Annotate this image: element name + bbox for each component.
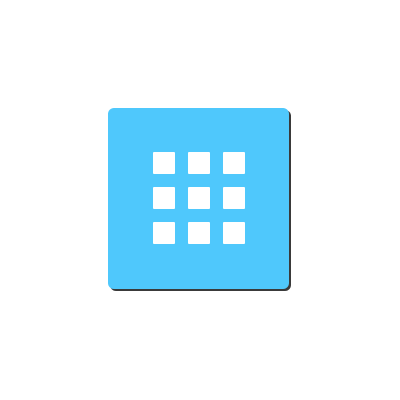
grid-square <box>153 222 175 244</box>
canvas <box>0 0 400 400</box>
grid-square <box>188 187 210 209</box>
grid-square <box>188 152 210 174</box>
grid-square <box>188 222 210 244</box>
apps-grid-icon <box>153 152 245 244</box>
grid-square <box>153 187 175 209</box>
grid-square <box>223 222 245 244</box>
grid-square <box>223 152 245 174</box>
grid-square <box>223 187 245 209</box>
grid-square <box>153 152 175 174</box>
